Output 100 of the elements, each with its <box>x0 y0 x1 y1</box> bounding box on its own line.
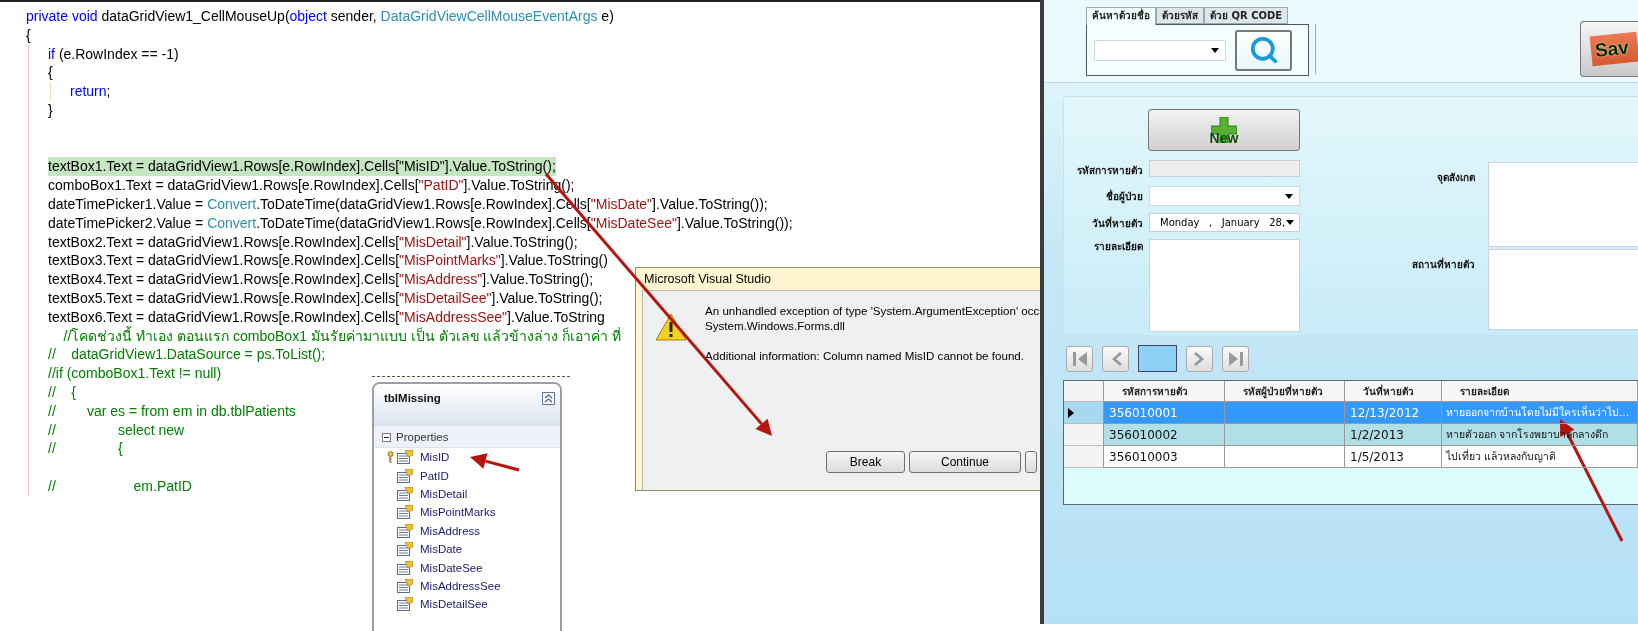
code-comment: //if (comboBox1.Text != null) <box>48 364 222 383</box>
collapse-icon[interactable] <box>542 392 555 405</box>
code-text: ].Value.ToString()); <box>676 213 793 233</box>
field-label: รหัสการหายตัว <box>1076 164 1144 178</box>
search-button[interactable] <box>1235 29 1292 71</box>
property-icon <box>397 560 413 575</box>
property-icon <box>397 468 413 483</box>
code-text: ].Value.ToString(); <box>444 157 556 177</box>
error-message: System.Windows.Forms.dll <box>705 318 846 333</box>
code-text: dateTimePicker1.Value = <box>48 194 205 214</box>
error-details: Additional information: Column named MisID cannot be found. <box>705 348 1025 363</box>
property-icon <box>397 523 413 538</box>
search-combo[interactable] <box>1094 39 1226 61</box>
table-cell: 356010003 <box>1104 446 1225 468</box>
dialog-button[interactable]: Break <box>826 451 905 473</box>
code-text: ].Value.ToString() <box>500 251 608 271</box>
property-icon <box>397 597 413 612</box>
code-comment: //โคดช่วงนี้ ทำเอง ตอนแรก comboBox1 มันรัยค่ามาแบบ เป็น ตัวเลข แล้วข้างล่าง ก็เอาค่า ที่ <box>62 326 622 346</box>
last-button[interactable] <box>1222 345 1249 372</box>
code-text: "MisPointMarks" <box>399 251 501 271</box>
code-text: Convert <box>207 213 257 233</box>
property-icon <box>397 486 413 501</box>
last-icon <box>1226 349 1245 368</box>
collapse-toggle-icon[interactable] <box>382 432 391 442</box>
code-text: textBox6.Text = dataGridView1.Rows[e.RowIndex].Cells[ <box>48 307 400 326</box>
property-name[interactable]: MisDetail <box>420 487 468 500</box>
dialog-button[interactable]: Continue <box>909 451 1021 473</box>
code-text: comboBox1.Text = dataGridView1.Rows[e.RowIndex].Cells[ <box>48 176 419 195</box>
code-text: textBox3.Text = dataGridView1.Rows[e.RowIndex].Cells[ <box>48 251 400 271</box>
code-text: ].Value.ToString()); <box>652 194 768 214</box>
code-text: "MisDetailSee" <box>399 288 492 308</box>
code-text: DataGridViewCellMouseEventArgs <box>380 7 598 26</box>
dialog-title: Microsoft Visual Studio <box>643 271 771 288</box>
search-tab[interactable]: ด้วย QR CODE <box>1204 7 1289 24</box>
id-field[interactable] <box>1149 160 1300 177</box>
property-name[interactable]: MisAddressSee <box>420 579 501 592</box>
patient-combo[interactable] <box>1149 186 1300 206</box>
text-field[interactable] <box>1488 162 1638 247</box>
section-label: Properties <box>396 431 449 443</box>
current-row-icon <box>1068 407 1074 418</box>
save-button[interactable]: Sav <box>1580 21 1638 77</box>
code-text: { <box>26 25 31 45</box>
code-text: textBox4.Text = dataGridView1.Rows[e.RowIndex].Cells[ <box>48 270 400 289</box>
date-picker[interactable]: Monday , January 28, <box>1149 213 1300 232</box>
field-label: รายละเอียด <box>1093 240 1144 254</box>
search-tab[interactable]: ค้นหาด้วยชื่อ <box>1086 7 1156 25</box>
property-name[interactable]: MisPointMarks <box>420 506 496 519</box>
code-text: { <box>48 63 53 83</box>
code-comment: // em.PatID <box>48 476 192 496</box>
search-tab[interactable]: ด้วยรหัส <box>1156 7 1204 24</box>
previous-button[interactable] <box>1102 345 1129 372</box>
code-text: ].Value.ToString(); <box>482 270 594 289</box>
dropdown-caret-icon <box>1286 220 1294 225</box>
code-text: "MisAddress" <box>399 270 483 289</box>
code-text: object <box>289 7 327 26</box>
code-text: textBox1.Text = dataGridView1.Rows[e.RowIndex].Cells[ <box>48 157 400 177</box>
dialog-button[interactable] <box>1025 451 1037 473</box>
property-icon <box>397 505 413 520</box>
field-label: สถานที่หายตัว <box>1411 256 1476 272</box>
property-icon <box>397 578 413 593</box>
first-button[interactable] <box>1066 345 1093 372</box>
code-text: textBox2.Text = dataGridView1.Rows[e.RowIndex].Cells[ <box>48 232 400 252</box>
code-text: "MisDate" <box>590 194 653 214</box>
code-text: "MisDetail" <box>399 232 467 252</box>
code-text: "MisID" <box>399 157 445 177</box>
property-name[interactable]: MisID <box>420 451 450 464</box>
property-name[interactable]: MisAddress <box>420 524 481 537</box>
code-text: Convert <box>207 194 257 214</box>
code-text: "MisAddressSee" <box>399 307 508 327</box>
property-name[interactable]: MisDetailSee <box>420 598 488 611</box>
field-label: วันที่หายตัว <box>1091 215 1144 231</box>
detail-field[interactable] <box>1149 239 1300 332</box>
property-icon <box>397 450 413 465</box>
property-name[interactable]: PatID <box>420 469 449 482</box>
row-header[interactable] <box>1064 402 1104 424</box>
next-button[interactable] <box>1186 345 1213 372</box>
dropdown-caret-icon <box>1211 47 1219 53</box>
code-text: (e.RowIndex == -1) <box>57 44 179 64</box>
code-text: sender, <box>329 7 378 26</box>
table-cell: ไปเที่ยว แล้วหลงกับญาติ <box>1442 446 1638 468</box>
warning-icon <box>655 313 687 341</box>
code-comment: // dataGridView1.DataSource = ps.ToList(); <box>48 345 326 365</box>
code-text: dateTimePicker2.Value = <box>48 213 205 233</box>
position-field[interactable] <box>1138 345 1177 372</box>
annotation-arrow <box>470 453 520 472</box>
property-name[interactable]: MisDate <box>420 543 463 556</box>
table-cell: 1/5/2013 <box>1345 446 1442 468</box>
code-text: return <box>70 82 107 101</box>
search-icon <box>1248 35 1279 65</box>
field-label: จุดสังเกต <box>1436 171 1476 185</box>
dropdown-caret-icon <box>1285 193 1293 199</box>
text-field[interactable] <box>1488 249 1638 330</box>
property-name[interactable]: MisDateSee <box>420 561 483 574</box>
code-text: "PatID" <box>418 176 464 195</box>
code-text: private void <box>26 7 98 26</box>
code-text: dataGridView1_CellMouseUp( <box>100 7 290 26</box>
entity-title: tblMissing <box>384 392 441 404</box>
code-comment: // { <box>48 382 76 402</box>
code-text: "MisDateSee" <box>590 213 677 233</box>
code-text: ].Value.ToString <box>507 307 605 327</box>
